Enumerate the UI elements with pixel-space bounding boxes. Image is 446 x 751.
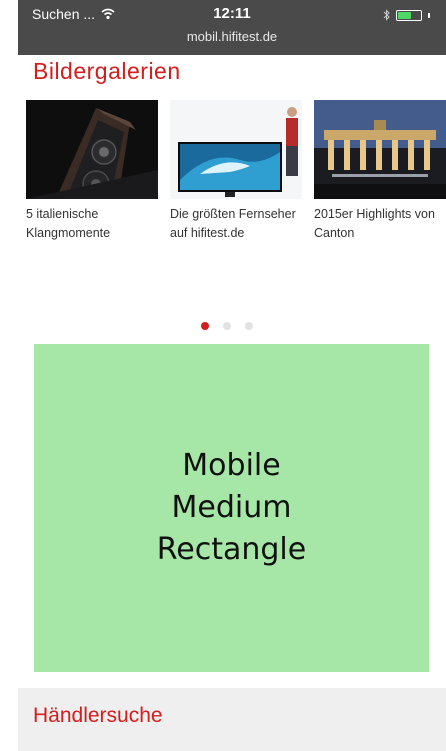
gallery-card-3[interactable]: 2015er Highlights von Canton	[314, 100, 446, 243]
ad-placeholder[interactable]: Mobile Medium Rectangle	[34, 344, 429, 672]
gallery-card-2[interactable]: Die größten Fernseher auf hifitest.de	[170, 100, 310, 243]
speaker-photo[interactable]	[26, 100, 158, 199]
gallery-caption[interactable]: 5 italienische Klangmomente	[26, 205, 166, 243]
brandenburg-gate-photo[interactable]	[314, 100, 446, 199]
ad-label-line: Mobile	[182, 448, 281, 483]
status-bar: Suchen ... 12:11 mobil.hifitest.de	[18, 0, 446, 55]
ad-label-line: Medium	[171, 490, 292, 525]
pagination-dot[interactable]	[245, 322, 253, 330]
ad-label: Mobile Medium Rectangle	[157, 445, 306, 571]
dealer-search-section[interactable]: Händlersuche	[18, 688, 446, 751]
pagination-dot[interactable]	[201, 322, 209, 330]
tv-photo[interactable]	[170, 100, 302, 199]
gallery-heading[interactable]: Bildergalerien	[33, 58, 181, 85]
pagination-dot[interactable]	[223, 322, 231, 330]
ad-label-line: Rectangle	[156, 532, 307, 567]
carousel-pagination[interactable]	[201, 322, 253, 330]
gallery-caption[interactable]: Die größten Fernseher auf hifitest.de	[170, 205, 310, 243]
battery-icon	[396, 9, 422, 21]
gallery-carousel[interactable]: 5 italienische Klangmomente Die größten …	[0, 100, 446, 290]
battery	[383, 9, 430, 21]
gallery-card-1[interactable]: 5 italienische Klangmomente	[26, 100, 166, 243]
gallery-caption[interactable]: 2015er Highlights von Canton	[314, 205, 446, 243]
url-bar[interactable]: mobil.hifitest.de	[18, 29, 446, 44]
dealer-search-heading[interactable]: Händlersuche	[33, 704, 163, 728]
bluetooth-icon	[383, 9, 390, 21]
clock: 12:11	[213, 5, 251, 22]
